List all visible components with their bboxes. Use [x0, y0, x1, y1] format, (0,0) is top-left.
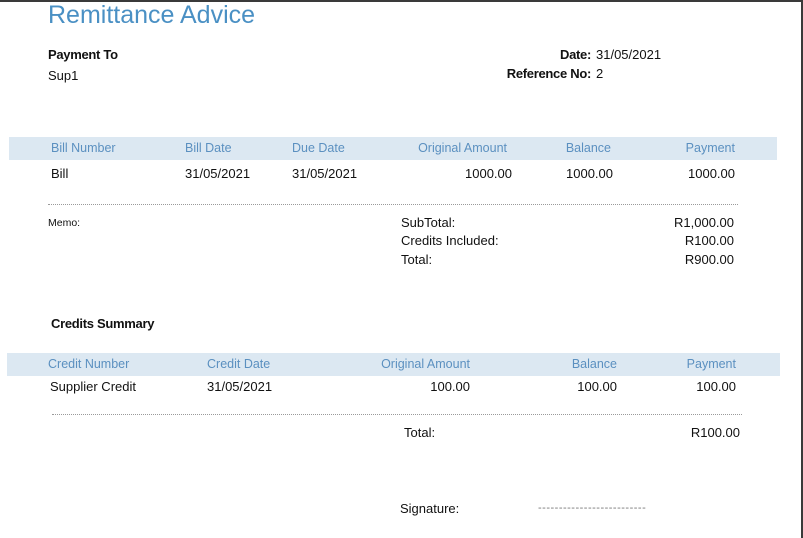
credits-divider [52, 414, 742, 415]
signature-line: -------------------------- [538, 502, 647, 514]
credit-balance-cell: 100.00 [577, 379, 617, 394]
payment-to-label: Payment To [48, 47, 118, 62]
bills-header-due-date: Due Date [292, 141, 345, 155]
bills-header-payment: Payment [685, 141, 735, 155]
credits-total-label: Total: [404, 425, 436, 440]
credit-date-cell: 31/05/2021 [207, 379, 273, 394]
bill-number-cell: Bill [51, 166, 69, 181]
subtotal-label: SubTotal: [401, 215, 456, 230]
credit-payment-cell: 100.00 [696, 379, 736, 394]
subtotal-value: R1,000.00 [674, 215, 734, 230]
total-label: Total: [401, 252, 433, 267]
bills-divider [48, 204, 738, 205]
page-title: Remittance Advice [48, 1, 256, 29]
signature-label: Signature: [400, 501, 460, 516]
bills-header-balance: Balance [565, 141, 611, 155]
original-amount-cell: 1000.00 [465, 166, 512, 181]
credits-total-value: R100.00 [690, 425, 740, 440]
payment-to-value: Sup1 [48, 68, 79, 83]
credit-number-cell: Supplier Credit [50, 379, 136, 394]
credits-header-payment: Payment [686, 357, 736, 371]
balance-cell: 1000.00 [566, 166, 613, 181]
date-value: 31/05/2021 [596, 47, 662, 62]
credits-included-value: R100.00 [684, 233, 734, 248]
reference-value: 2 [596, 66, 604, 81]
bills-header-bill-number: Bill Number [51, 141, 116, 155]
credits-summary-title: Credits Summary [51, 316, 155, 331]
payment-cell: 1000.00 [688, 166, 735, 181]
credits-included-label: Credits Included: [401, 233, 499, 248]
bill-date-cell: 31/05/2021 [185, 166, 251, 181]
bills-header-original-amount: Original Amount [418, 141, 507, 155]
reference-label: Reference No: [506, 66, 592, 81]
credits-header-original-amount: Original Amount [381, 357, 470, 371]
memo-label: Memo: [48, 217, 81, 229]
due-date-cell: 31/05/2021 [292, 166, 358, 181]
date-label: Date: [559, 47, 591, 62]
total-value: R900.00 [684, 252, 734, 267]
credits-header-credit-date: Credit Date [207, 357, 271, 371]
bills-header-bill-date: Bill Date [185, 141, 232, 155]
credits-header-balance: Balance [571, 357, 617, 371]
credit-original-amount-cell: 100.00 [430, 379, 470, 394]
credits-header-credit-number: Credit Number [48, 357, 130, 371]
